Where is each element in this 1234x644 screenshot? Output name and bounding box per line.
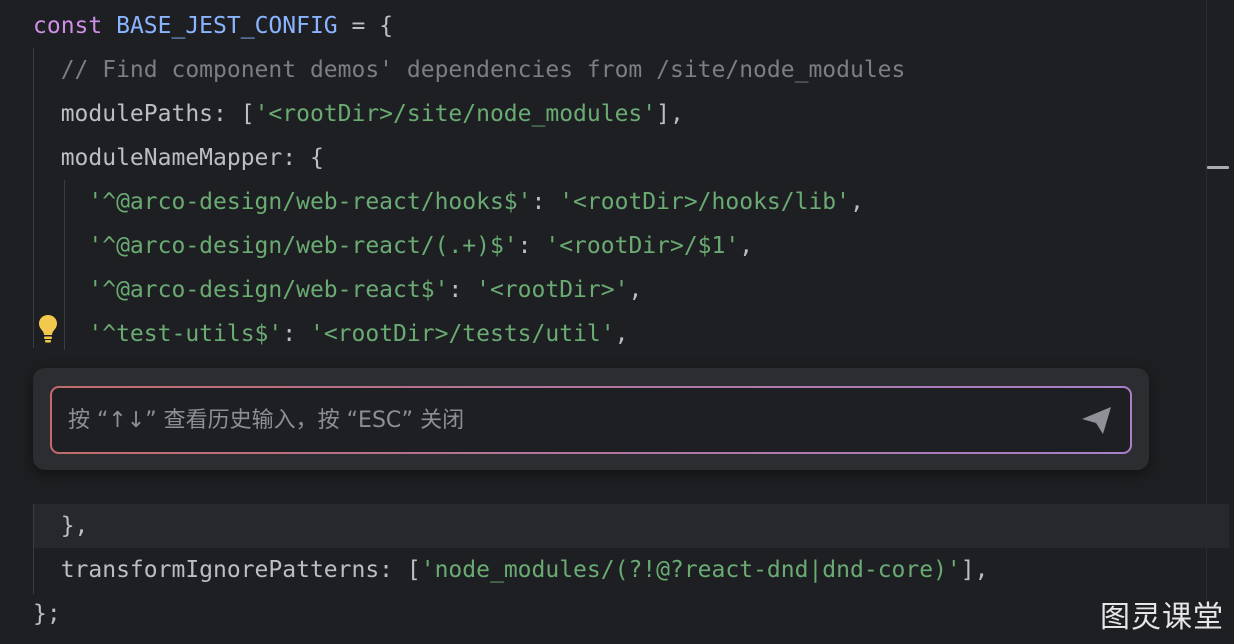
code-token: '<rootDir>/hooks/lib' xyxy=(559,189,850,215)
code-token: }, xyxy=(33,513,89,539)
code-token: // Find component demos' dependencies fr… xyxy=(33,57,906,83)
code-token: BASE_JEST_CONFIG xyxy=(116,13,338,39)
code-token: ], xyxy=(960,557,989,583)
code-line-9[interactable]: }, xyxy=(33,504,89,548)
code-token: = { xyxy=(337,13,394,39)
code-token: : xyxy=(448,277,477,303)
code-token: '<rootDir>' xyxy=(476,277,629,303)
code-token: }; xyxy=(33,601,61,627)
code-token: '^@arco-design/web-react/(.+)$' xyxy=(88,233,518,259)
code-line-1[interactable]: const BASE_JEST_CONFIG = { xyxy=(33,4,393,48)
code-editor[interactable]: const BASE_JEST_CONFIG = { // Find compo… xyxy=(0,0,1234,644)
code-token: , xyxy=(850,189,864,215)
current-line-highlight xyxy=(33,504,1229,548)
code-line-11[interactable]: }; xyxy=(33,592,61,636)
code-token: moduleNameMapper: { xyxy=(33,145,324,171)
code-token: 'node_modules/(?!@?react-dnd|dnd-core)' xyxy=(420,557,961,583)
send-button[interactable] xyxy=(1078,402,1116,438)
code-token: ], xyxy=(656,101,684,127)
scrollbar-marker[interactable] xyxy=(1207,166,1229,169)
code-token: : xyxy=(282,321,310,347)
code-token: '<rootDir>/$1' xyxy=(545,233,740,259)
code-line-4[interactable]: moduleNameMapper: { xyxy=(33,136,324,180)
code-line-7[interactable]: '^@arco-design/web-react$': '<rootDir>', xyxy=(33,268,642,312)
code-token: '^test-utils$' xyxy=(88,321,283,347)
send-icon xyxy=(1082,407,1111,434)
code-token: , xyxy=(614,321,629,347)
code-line-2[interactable]: // Find component demos' dependencies fr… xyxy=(33,48,906,92)
code-line-10[interactable]: transformIgnorePatterns: ['node_modules/… xyxy=(33,548,989,592)
code-token: modulePaths: [ xyxy=(33,101,255,127)
code-token: '^@arco-design/web-react/hooks$' xyxy=(88,189,532,215)
watermark: 图灵课堂 xyxy=(1100,600,1224,635)
code-line-6[interactable]: '^@arco-design/web-react/(.+)$': '<rootD… xyxy=(33,224,753,268)
code-token: '<rootDir>/site/node_modules' xyxy=(254,101,657,127)
code-token: : xyxy=(517,233,546,259)
chat-input-container xyxy=(52,388,1130,452)
code-line-5[interactable]: '^@arco-design/web-react/hooks$': '<root… xyxy=(33,180,864,224)
chat-input[interactable] xyxy=(52,388,1052,452)
code-token: : xyxy=(531,189,560,215)
code-token: , xyxy=(739,233,754,259)
code-line-3[interactable]: modulePaths: ['<rootDir>/site/node_modul… xyxy=(33,92,684,136)
ai-chat-popup xyxy=(33,368,1149,470)
code-token: const xyxy=(33,13,117,39)
code-token: '<rootDir>/tests/util' xyxy=(309,321,615,347)
code-token: transformIgnorePatterns: [ xyxy=(33,557,421,583)
chat-input-frame xyxy=(50,386,1132,454)
code-token: '^@arco-design/web-react$' xyxy=(88,277,449,303)
code-token: , xyxy=(628,277,643,303)
lightbulb-icon[interactable] xyxy=(38,314,58,344)
code-line-8[interactable]: '^test-utils$': '<rootDir>/tests/util', xyxy=(33,312,628,356)
